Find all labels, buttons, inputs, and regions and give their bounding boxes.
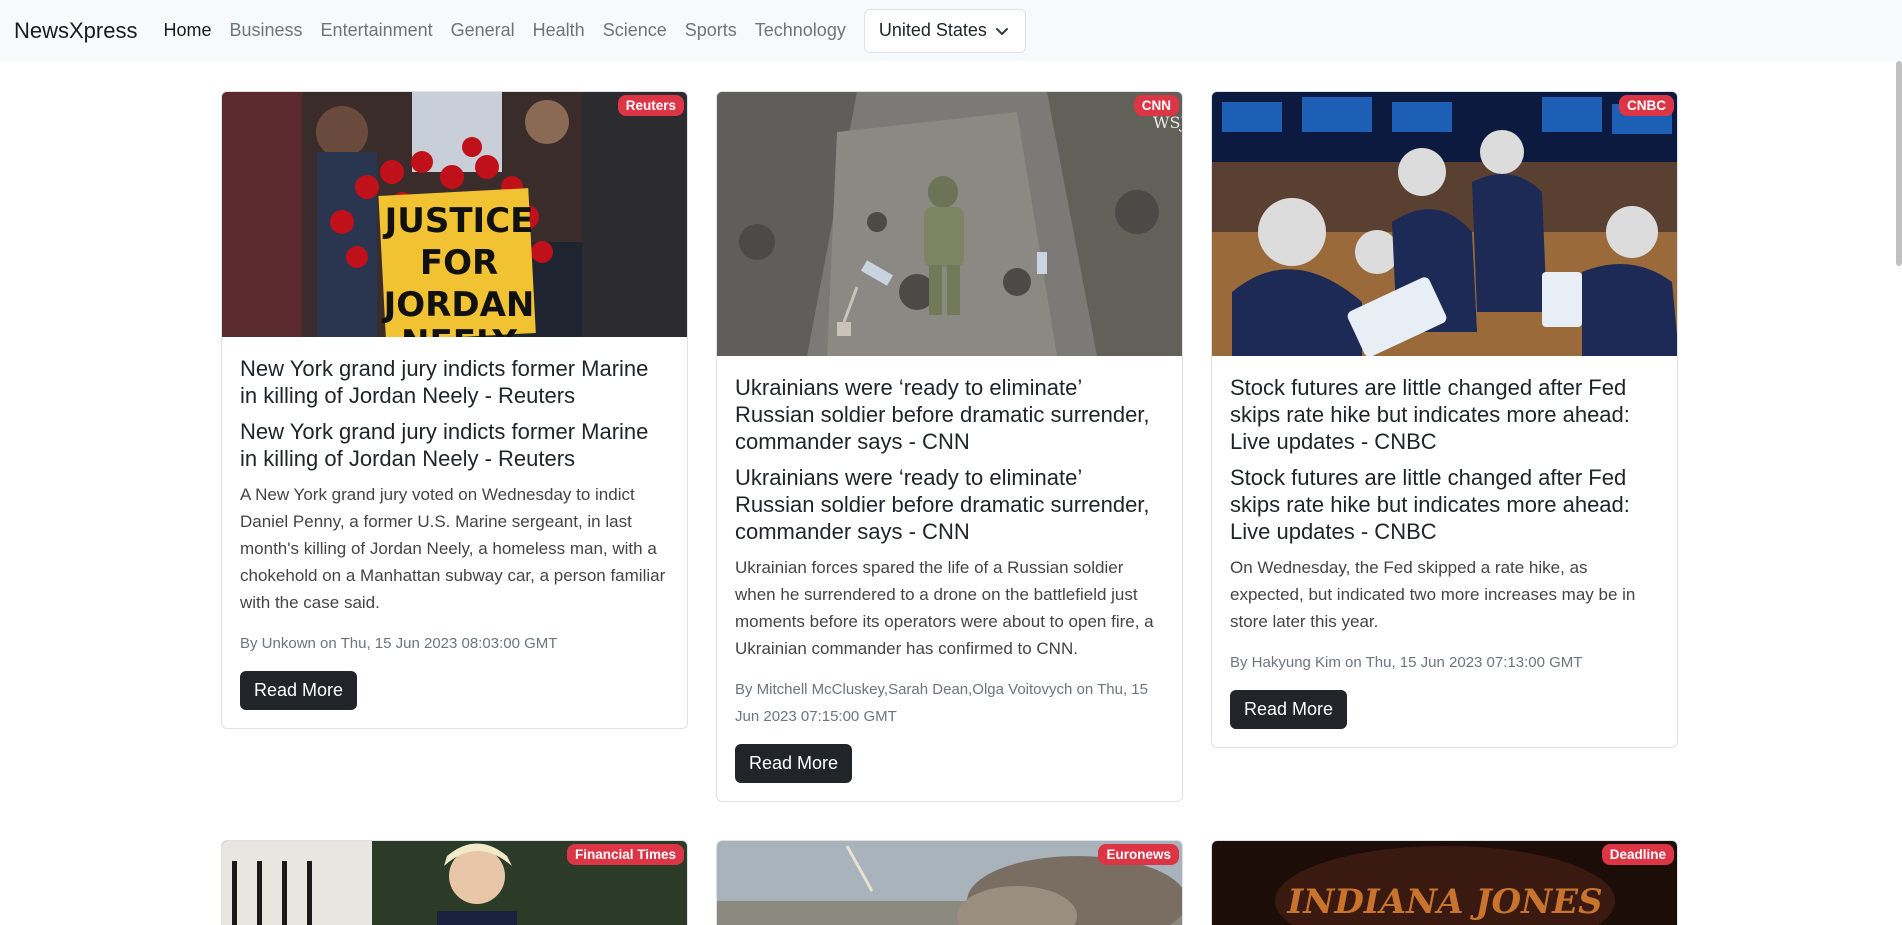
image-sign-line-4: NEELY [401,323,517,337]
read-more-button[interactable]: Read More [240,671,358,710]
nav-link-entertainment[interactable]: Entertainment [321,20,433,41]
article-subtitle: Ukrainians were ‘ready to eliminate’ Rus… [735,465,1150,544]
nav-link-health[interactable]: Health [533,20,585,41]
nav-link-science[interactable]: Science [603,20,667,41]
news-card: JUSTICE FOR JORDAN NEELY Reuters New Yor… [221,91,688,729]
brand-logo[interactable]: NewsXpress [14,18,137,44]
article-description: On Wednesday, the Fed skipped a rate hik… [1230,558,1636,631]
nav-link-sports[interactable]: Sports [685,20,737,41]
read-more-button[interactable]: Read More [1230,690,1348,729]
source-badge: Euronews [1098,844,1179,865]
news-card-image: WSJ CNN [717,92,1182,356]
article-description: A New York grand jury voted on Wednesday… [240,485,666,612]
image-sign-line-3: JORDAN [382,285,535,325]
news-card: INDIANA JONES Deadline [1211,840,1678,925]
source-badge: CNBC [1619,95,1674,116]
article-subtitle: New York grand jury indicts former Marin… [240,419,649,471]
article-description: Ukrainian forces spared the life of a Ru… [735,558,1154,658]
source-badge: Deadline [1601,844,1674,865]
image-sign-line-1: JUSTICE [383,201,534,241]
article-title: New York grand jury indicts former Marin… [240,356,649,408]
image-sign-line-2: FOR [420,243,498,283]
image-title-text: INDIANA JONES [1286,882,1602,922]
article-title: Stock futures are little changed after F… [1230,375,1630,454]
article-meta: By Unkown on Thu, 15 Jun 2023 08:03:00 G… [240,635,558,652]
article-subtitle: Stock futures are little changed after F… [1230,465,1630,544]
read-more-button[interactable]: Read More [735,744,853,783]
nav-link-technology[interactable]: Technology [755,20,846,41]
news-card-image: INDIANA JONES Deadline [1212,841,1677,925]
news-card-image: CNBC [1212,92,1677,356]
country-select[interactable]: United States [863,8,1026,53]
page-scrollbar[interactable] [1896,61,1902,266]
article-title: Ukrainians were ‘ready to eliminate’ Rus… [735,375,1150,454]
nav-link-business[interactable]: Business [230,20,303,41]
nav-link-home[interactable]: Home [163,20,211,41]
news-card: Financial Times [221,840,688,925]
article-meta: By Mitchell McCluskey,Sarah Dean,Olga Vo… [735,681,1148,725]
news-card-image: JUSTICE FOR JORDAN NEELY Reuters [222,92,687,337]
country-select-value: United States [878,20,987,40]
source-badge: CNN [1133,95,1179,116]
nav-link-general[interactable]: General [451,20,515,41]
news-card: WSJ CNN Ukrainians were ‘ready to elimin… [716,91,1183,802]
source-badge: Financial Times [566,844,684,865]
navbar: NewsXpress Home Business Entertainment G… [0,0,1902,61]
article-meta: By Hakyung Kim on Thu, 15 Jun 2023 07:13… [1230,654,1583,671]
news-card: Euronews [716,840,1183,925]
chevron-down-icon [993,22,1011,40]
news-card: CNBC Stock futures are little changed af… [1211,91,1678,748]
news-card-image: Financial Times [222,841,687,925]
news-card-image: Euronews [717,841,1182,925]
source-badge: Reuters [617,95,684,116]
